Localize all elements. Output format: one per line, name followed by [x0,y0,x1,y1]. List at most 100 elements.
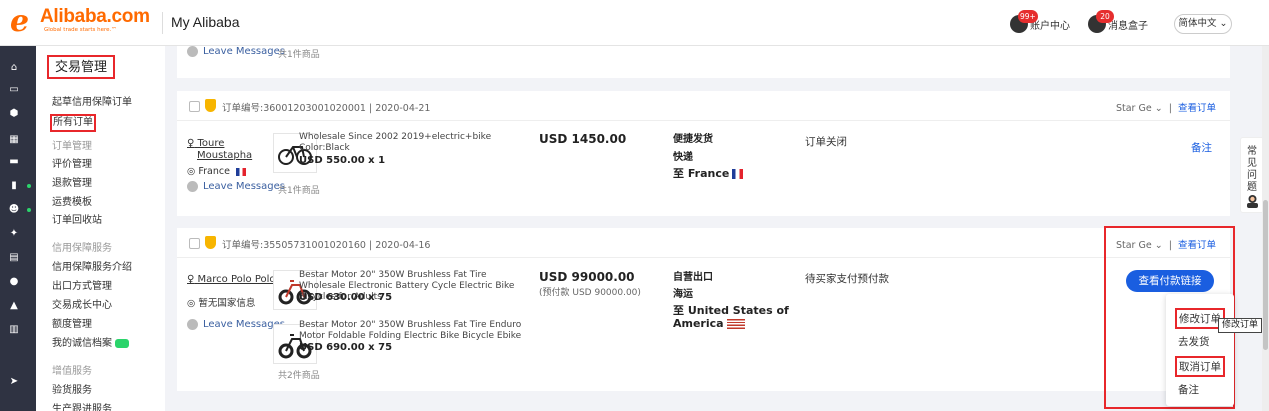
location-pin-icon: ◎ [187,166,196,177]
order-header-actions: Star Ge ⌄ | 查看订单 [1115,103,1216,114]
trade-assurance-icon [205,236,216,249]
account-center-link[interactable]: 99+ 账户中心 [1010,10,1070,34]
messages-label: 消息盒子 [1108,20,1148,32]
globe-icon[interactable]: ● [8,276,20,288]
top-header: e Alibaba.com Global trade starts here.™… [0,0,1269,46]
shipping-destination: 至 France [673,167,793,180]
order-amount: USD 1450.00 [539,132,627,146]
remark-option[interactable]: 备注 [1178,382,1199,397]
menu-group-value-added: 增值服务 [52,366,92,377]
plugin-icon[interactable]: ✦ [8,228,20,240]
menu-item-draft-order[interactable]: 起草信用保障订单 [52,96,132,110]
buyer-name-line1: Marco Polo Polo [197,274,276,285]
language-label: 简体中文 [1178,18,1217,29]
location-pin-icon: ◎ [187,298,196,309]
buyer-name-link[interactable]: ♀ Toure Moustapha [187,138,252,162]
leave-messages-link[interactable]: Leave Messages [187,319,285,330]
users-icon[interactable]: ☻ [8,204,20,216]
grid-icon[interactable]: ▦ [8,134,20,146]
bank-icon[interactable]: ▥ [8,324,20,336]
shipping-method: 便捷发货 [673,134,713,145]
page-title: My Alibaba [171,14,240,30]
product-title: Wholesale Since 2002 2019+electric+bike [299,132,492,142]
side-menu: 交易管理 起草信用保障订单 所有订单 订单管理 评价管理 退款管理 运费模板 订… [36,46,165,411]
order-meta: 订单编号:36001203001020001 | 2020-04-21 [222,103,431,114]
product-name[interactable]: Wholesale Since 2002 2019+electric+bike … [299,132,534,154]
view-order-link[interactable]: 查看订单 [1178,103,1216,114]
france-flag-icon [235,167,246,176]
menu-item-credit-limit[interactable]: 额度管理 [52,318,92,332]
menu-item-integrity-profile[interactable]: 我的诚信档案 [52,337,129,351]
left-icon-rail: ⌂ ▭ ⬢ ▦ ▬ ▮ ☻ ✦ ▤ ● ▲ ▥ ➤ [0,46,36,411]
order-status: 订单关闭 [805,136,847,148]
order-actions-dropdown: 修改订单 去发货 取消订单 备注 [1166,294,1234,406]
faq-widget[interactable]: 常见问题 [1240,137,1264,213]
clipboard-icon[interactable]: ▤ [8,252,20,264]
alibaba-logo[interactable]: e Alibaba.com Global trade starts here.™ [10,5,155,39]
menu-item-growth-center[interactable]: 交易成长中心 [52,299,112,313]
order-card-partial: Leave Messages 共1件商品 [177,46,1230,78]
person-outline-icon: ♀ [187,138,195,149]
order-card-header: 订单编号:36001203001020001 | 2020-04-21 Star… [177,91,1230,121]
message-box-icon: 20 [1088,10,1114,33]
new-badge-icon [115,338,129,348]
language-selector[interactable]: 简体中文 ⌄ [1174,14,1232,34]
message-icon [187,46,198,57]
status-dot [27,184,31,188]
item-count: 共1件商品 [278,186,320,196]
leave-messages-link[interactable]: Leave Messages [187,181,285,192]
shipping-mode: 快递 [673,152,693,163]
leave-messages-label: Leave Messages [203,181,285,192]
chevron-down-icon: ⌄ [1154,103,1163,114]
leave-messages-link[interactable]: Leave Messages [187,46,285,57]
menu-item-shipping-templates[interactable]: 运费模板 [52,196,92,210]
buyer-name-link[interactable]: ♀ Marco Polo Polo [187,274,276,286]
assignee-selector[interactable]: Star Ge ⌄ [1116,103,1163,114]
chat-icon[interactable]: ▬ [8,156,20,168]
order-select-checkbox[interactable] [189,101,200,112]
account-badge: 99+ [1018,10,1038,23]
buyer-country: 暂无国家信息 [198,298,256,309]
scrollbar-thumb[interactable] [1263,200,1268,350]
product-price: USD 630.00 x 75 [299,292,393,303]
menu-item-export-methods[interactable]: 出口方式管理 [52,280,112,294]
menu-item-all-orders[interactable]: 所有订单 [50,114,96,132]
header-divider [162,12,163,34]
menu-item-inspection[interactable]: 验货服务 [52,384,92,398]
cancel-order-option[interactable]: 取消订单 [1175,356,1225,377]
menu-item-production-followup[interactable]: 生产跟进服务 [52,403,112,411]
message-icon [187,181,198,192]
buyer-country: France [198,166,230,177]
item-count: 共2件商品 [278,371,320,381]
menu-item-reviews[interactable]: 评价管理 [52,158,92,172]
assignee-name: Star Ge [1115,103,1152,114]
logo-mark-icon: e [10,4,30,39]
menu-item-order-recycle-bin[interactable]: 订单回收站 [52,214,102,228]
message-icon [187,319,198,330]
france-flag-icon [732,169,744,179]
remark-link[interactable]: 备注 [1191,140,1212,155]
send-icon[interactable]: ➤ [8,376,20,388]
product-name[interactable]: Bestar Motor 20" 350W Brushless Fat Tire… [299,320,534,342]
menu-section-title: 交易管理 [47,55,116,79]
usa-flag-icon [726,319,745,329]
store-icon[interactable]: ▭ [8,84,20,96]
order-amount: USD 99000.00 [539,270,635,284]
menu-group-trade-assurance: 信用保障服务 [52,243,112,254]
home-icon[interactable]: ⌂ [8,62,20,74]
product-price: USD 550.00 x 1 [299,155,386,166]
logo-tagline: Global trade starts here.™ [44,27,117,33]
ship-option[interactable]: 去发货 [1178,334,1210,349]
leave-messages-label: Leave Messages [203,46,285,57]
status-dot [27,208,31,212]
buyer-name-line1: Toure [197,138,225,149]
order-card: 订单编号:35505731001020160 | 2020-04-16 Star… [177,228,1230,391]
messages-link[interactable]: 20 消息盒子 [1088,10,1148,34]
chart-icon[interactable]: ▮ [8,180,20,192]
person-icon[interactable]: ▲ [8,300,20,312]
shield-nav-icon[interactable]: ⬢ [8,108,20,120]
menu-item-refunds[interactable]: 退款管理 [52,177,92,191]
item-count: 共1件商品 [278,50,320,60]
order-select-checkbox[interactable] [189,238,200,249]
menu-item-ta-intro[interactable]: 信用保障服务介绍 [52,261,132,275]
